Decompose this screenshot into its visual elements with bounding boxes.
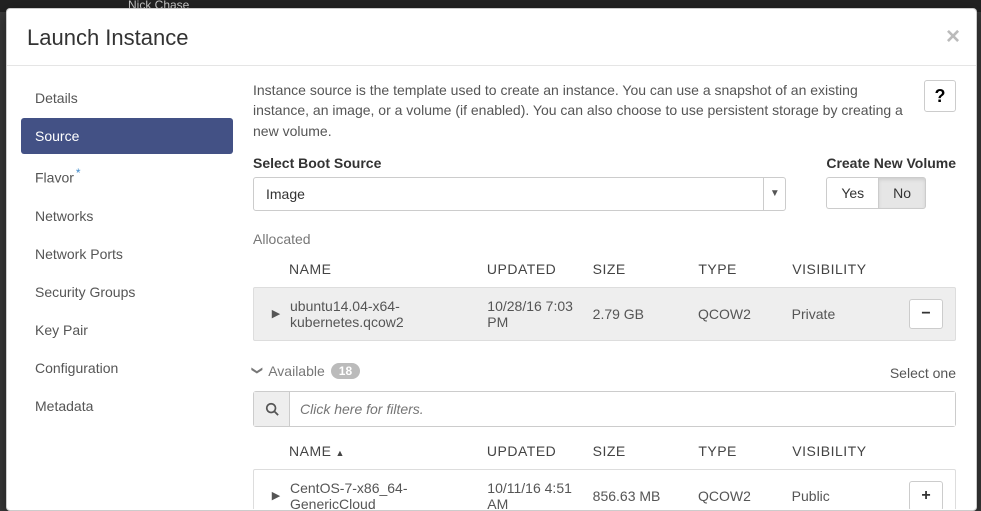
available-heading-text: Available [268,363,325,379]
boot-source-value: Image [266,186,305,202]
sidebar-item-label: Security Groups [35,284,135,300]
allocated-row: ▶ ubuntu14.04-x64-kubernetes.qcow2 10/28… [253,287,956,341]
expand-row-button[interactable]: ▶ [262,307,290,320]
cell-size: 2.79 GB [593,306,698,322]
filter-input[interactable] [290,392,955,426]
modal-header: Launch Instance × [7,9,976,66]
sidebar-item-label: Source [35,128,79,144]
plus-icon: + [921,487,930,505]
chevron-right-icon: ▶ [272,307,280,320]
cell-type: QCOW2 [698,488,792,504]
chevron-right-icon: ▶ [272,489,280,502]
boot-config-row: Select Boot Source Image ▼ Create New Vo… [253,155,956,211]
sidebar-item-key-pair[interactable]: Key Pair [21,312,233,348]
col-header-size: SIZE [593,261,699,277]
col-header-updated[interactable]: UPDATED [487,443,593,459]
modal-body: Details Source Flavor* Networks Network … [7,66,976,509]
col-header-name: NAME [289,261,487,277]
modal-title: Launch Instance [27,25,956,51]
sidebar-item-flavor[interactable]: Flavor* [21,156,233,196]
cell-visibility: Private [792,306,897,322]
create-volume-toggle: Yes No [826,177,956,209]
sidebar-item-label: Metadata [35,398,93,414]
available-heading[interactable]: ❯ Available 18 [253,363,360,379]
create-volume-group: Create New Volume Yes No [826,155,956,211]
allocated-table: NAME UPDATED SIZE TYPE VISIBILITY ▶ ubun… [253,251,956,341]
col-header-visibility: VISIBILITY [792,261,898,277]
cell-updated: 10/11/16 4:51 AM [487,480,592,509]
expand-row-button[interactable]: ▶ [262,489,290,502]
create-volume-no-button[interactable]: No [878,177,926,209]
available-count-badge: 18 [331,363,360,379]
sidebar-item-source[interactable]: Source [21,118,233,154]
sidebar-item-label: Configuration [35,360,118,376]
wizard-content: Instance source is the template used to … [247,66,976,509]
deallocate-button[interactable]: − [909,299,943,329]
sidebar-item-details[interactable]: Details [21,80,233,116]
sidebar-item-configuration[interactable]: Configuration [21,350,233,386]
cell-type: QCOW2 [698,306,792,322]
required-asterisk-icon: * [76,166,81,180]
col-header-visibility[interactable]: VISIBILITY [792,443,898,459]
allocated-heading-text: Allocated [253,231,311,247]
boot-source-select[interactable]: Image ▼ [253,177,786,211]
col-header-name-text: NAME [289,443,331,459]
create-volume-yes-button[interactable]: Yes [826,177,878,209]
close-icon: × [946,23,960,50]
filter-search-button[interactable] [254,392,290,426]
allocated-heading: Allocated [253,231,956,247]
select-one-hint: Select one [890,365,956,381]
help-icon: ? [935,86,946,107]
sidebar-item-networks[interactable]: Networks [21,198,233,234]
cell-name: CentOS-7-x86_64-GenericCloud [290,480,487,509]
filter-row [253,391,956,427]
help-button[interactable]: ? [924,80,956,112]
cell-size: 856.63 MB [593,488,698,504]
minus-icon: − [921,305,930,323]
boot-source-group: Select Boot Source Image ▼ [253,155,786,211]
col-header-type: TYPE [698,261,792,277]
sidebar-item-label: Networks [35,208,93,224]
allocate-button[interactable]: + [909,481,943,509]
sidebar-item-label: Details [35,90,78,106]
col-header-name-sortable[interactable]: NAME ▲ [289,443,487,459]
chevron-down-icon: ▼ [763,178,785,210]
sidebar-item-label: Flavor [35,170,74,186]
cell-name: ubuntu14.04-x64-kubernetes.qcow2 [290,298,487,330]
sidebar-item-security-groups[interactable]: Security Groups [21,274,233,310]
sidebar-item-label: Network Ports [35,246,123,262]
intro-row: Instance source is the template used to … [253,80,956,141]
sidebar-item-metadata[interactable]: Metadata [21,388,233,424]
cell-visibility: Public [792,488,897,504]
search-icon [265,402,279,416]
available-table-header: NAME ▲ UPDATED SIZE TYPE VISIBILITY [253,433,956,469]
sidebar-item-label: Key Pair [35,322,88,338]
wizard-sidebar: Details Source Flavor* Networks Network … [7,66,247,509]
create-volume-label: Create New Volume [826,155,956,171]
sort-asc-icon: ▲ [335,448,344,458]
col-header-type[interactable]: TYPE [698,443,792,459]
chevron-down-icon: ❯ [251,366,264,375]
cell-updated: 10/28/16 7:03 PM [487,298,592,330]
available-table: NAME ▲ UPDATED SIZE TYPE VISIBILITY ▶ Cen… [253,433,956,509]
sidebar-item-network-ports[interactable]: Network Ports [21,236,233,272]
close-button[interactable]: × [946,23,960,51]
available-header-row: ❯ Available 18 Select one [253,363,956,383]
available-row: ▶ CentOS-7-x86_64-GenericCloud 10/11/16 … [253,469,956,509]
intro-text: Instance source is the template used to … [253,80,912,141]
col-header-size[interactable]: SIZE [593,443,699,459]
launch-instance-modal: Launch Instance × Details Source Flavor*… [6,8,977,511]
col-header-updated: UPDATED [487,261,593,277]
boot-source-label: Select Boot Source [253,155,786,171]
allocated-table-header: NAME UPDATED SIZE TYPE VISIBILITY [253,251,956,287]
